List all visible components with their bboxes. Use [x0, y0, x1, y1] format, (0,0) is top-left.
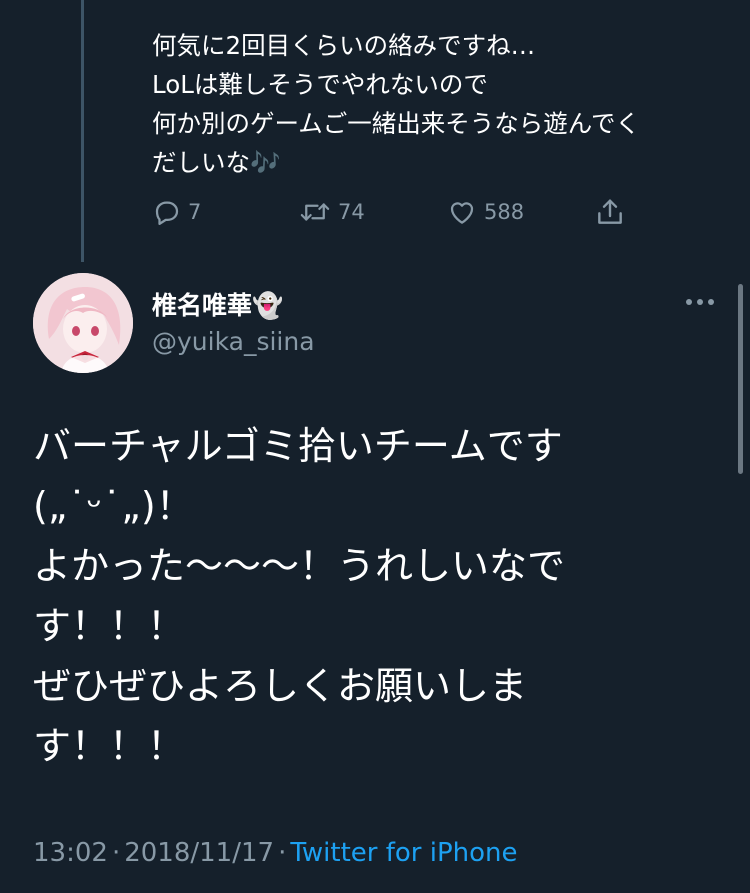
retweet-button[interactable]: 74: [298, 194, 365, 230]
share-icon: [598, 199, 622, 224]
user-handle[interactable]: @yuika_siina: [152, 327, 315, 356]
heart-icon: [450, 202, 474, 224]
author-name-row[interactable]: 椎名唯華👻: [152, 286, 283, 322]
retweet-icon: [300, 203, 330, 221]
avatar-illustration: [33, 273, 133, 373]
like-count: 588: [484, 200, 525, 224]
tweet-date[interactable]: 2018/11/17: [124, 838, 274, 868]
reply-count: 7: [188, 200, 202, 224]
tweet-text: バーチャルゴミ拾いチームです („˙ᵕ˙„)！ よかった〜〜〜！うれしいなで す…: [33, 424, 566, 768]
previous-tweet-text: 何気に2回目くらいの絡みですね… LoLは難しそうでやれないので 何か別のゲーム…: [152, 31, 641, 177]
avatar[interactable]: [33, 273, 133, 373]
scrollbar[interactable]: [738, 284, 743, 474]
like-button[interactable]: 588: [446, 194, 524, 230]
tweet-source-link[interactable]: Twitter for iPhone: [290, 838, 517, 868]
tweet-metadata: 13:02 · 2018/11/17 · Twitter for iPhone: [33, 838, 518, 868]
tweet-time[interactable]: 13:02: [33, 838, 108, 868]
display-name: 椎名唯華👻: [152, 291, 284, 320]
separator-dot: ·: [111, 838, 121, 868]
reply-button[interactable]: 7: [152, 194, 201, 230]
separator-dot: ·: [278, 838, 287, 868]
reply-icon: [155, 201, 179, 225]
retweet-count: 74: [338, 200, 365, 224]
more-options-icon[interactable]: [684, 296, 716, 308]
tweet-action-bar: 7 74 588: [0, 194, 750, 230]
share-button[interactable]: [594, 194, 626, 230]
